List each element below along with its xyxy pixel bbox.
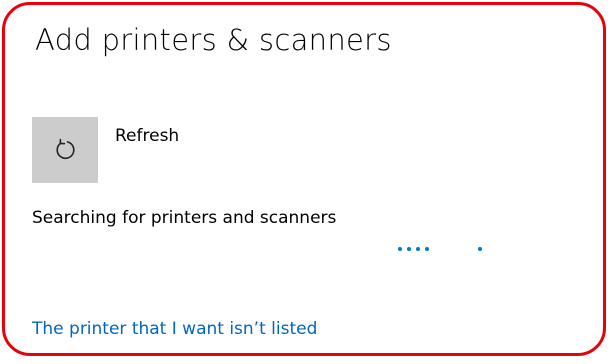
page-title: Add printers & scanners xyxy=(35,23,392,57)
highlight-frame: Add printers & scanners Refresh Searchin… xyxy=(2,2,606,356)
search-progress-indicator xyxy=(398,247,498,255)
progress-dot xyxy=(425,247,429,251)
refresh-label[interactable]: Refresh xyxy=(115,126,179,146)
progress-dot xyxy=(407,247,411,251)
refresh-button[interactable] xyxy=(32,117,98,183)
progress-dot xyxy=(478,247,482,251)
refresh-icon xyxy=(56,138,75,160)
progress-dot xyxy=(398,247,402,251)
printer-not-listed-link[interactable]: The printer that I want isn’t listed xyxy=(32,319,317,339)
search-status-text: Searching for printers and scanners xyxy=(32,208,337,228)
progress-dot xyxy=(416,247,420,251)
